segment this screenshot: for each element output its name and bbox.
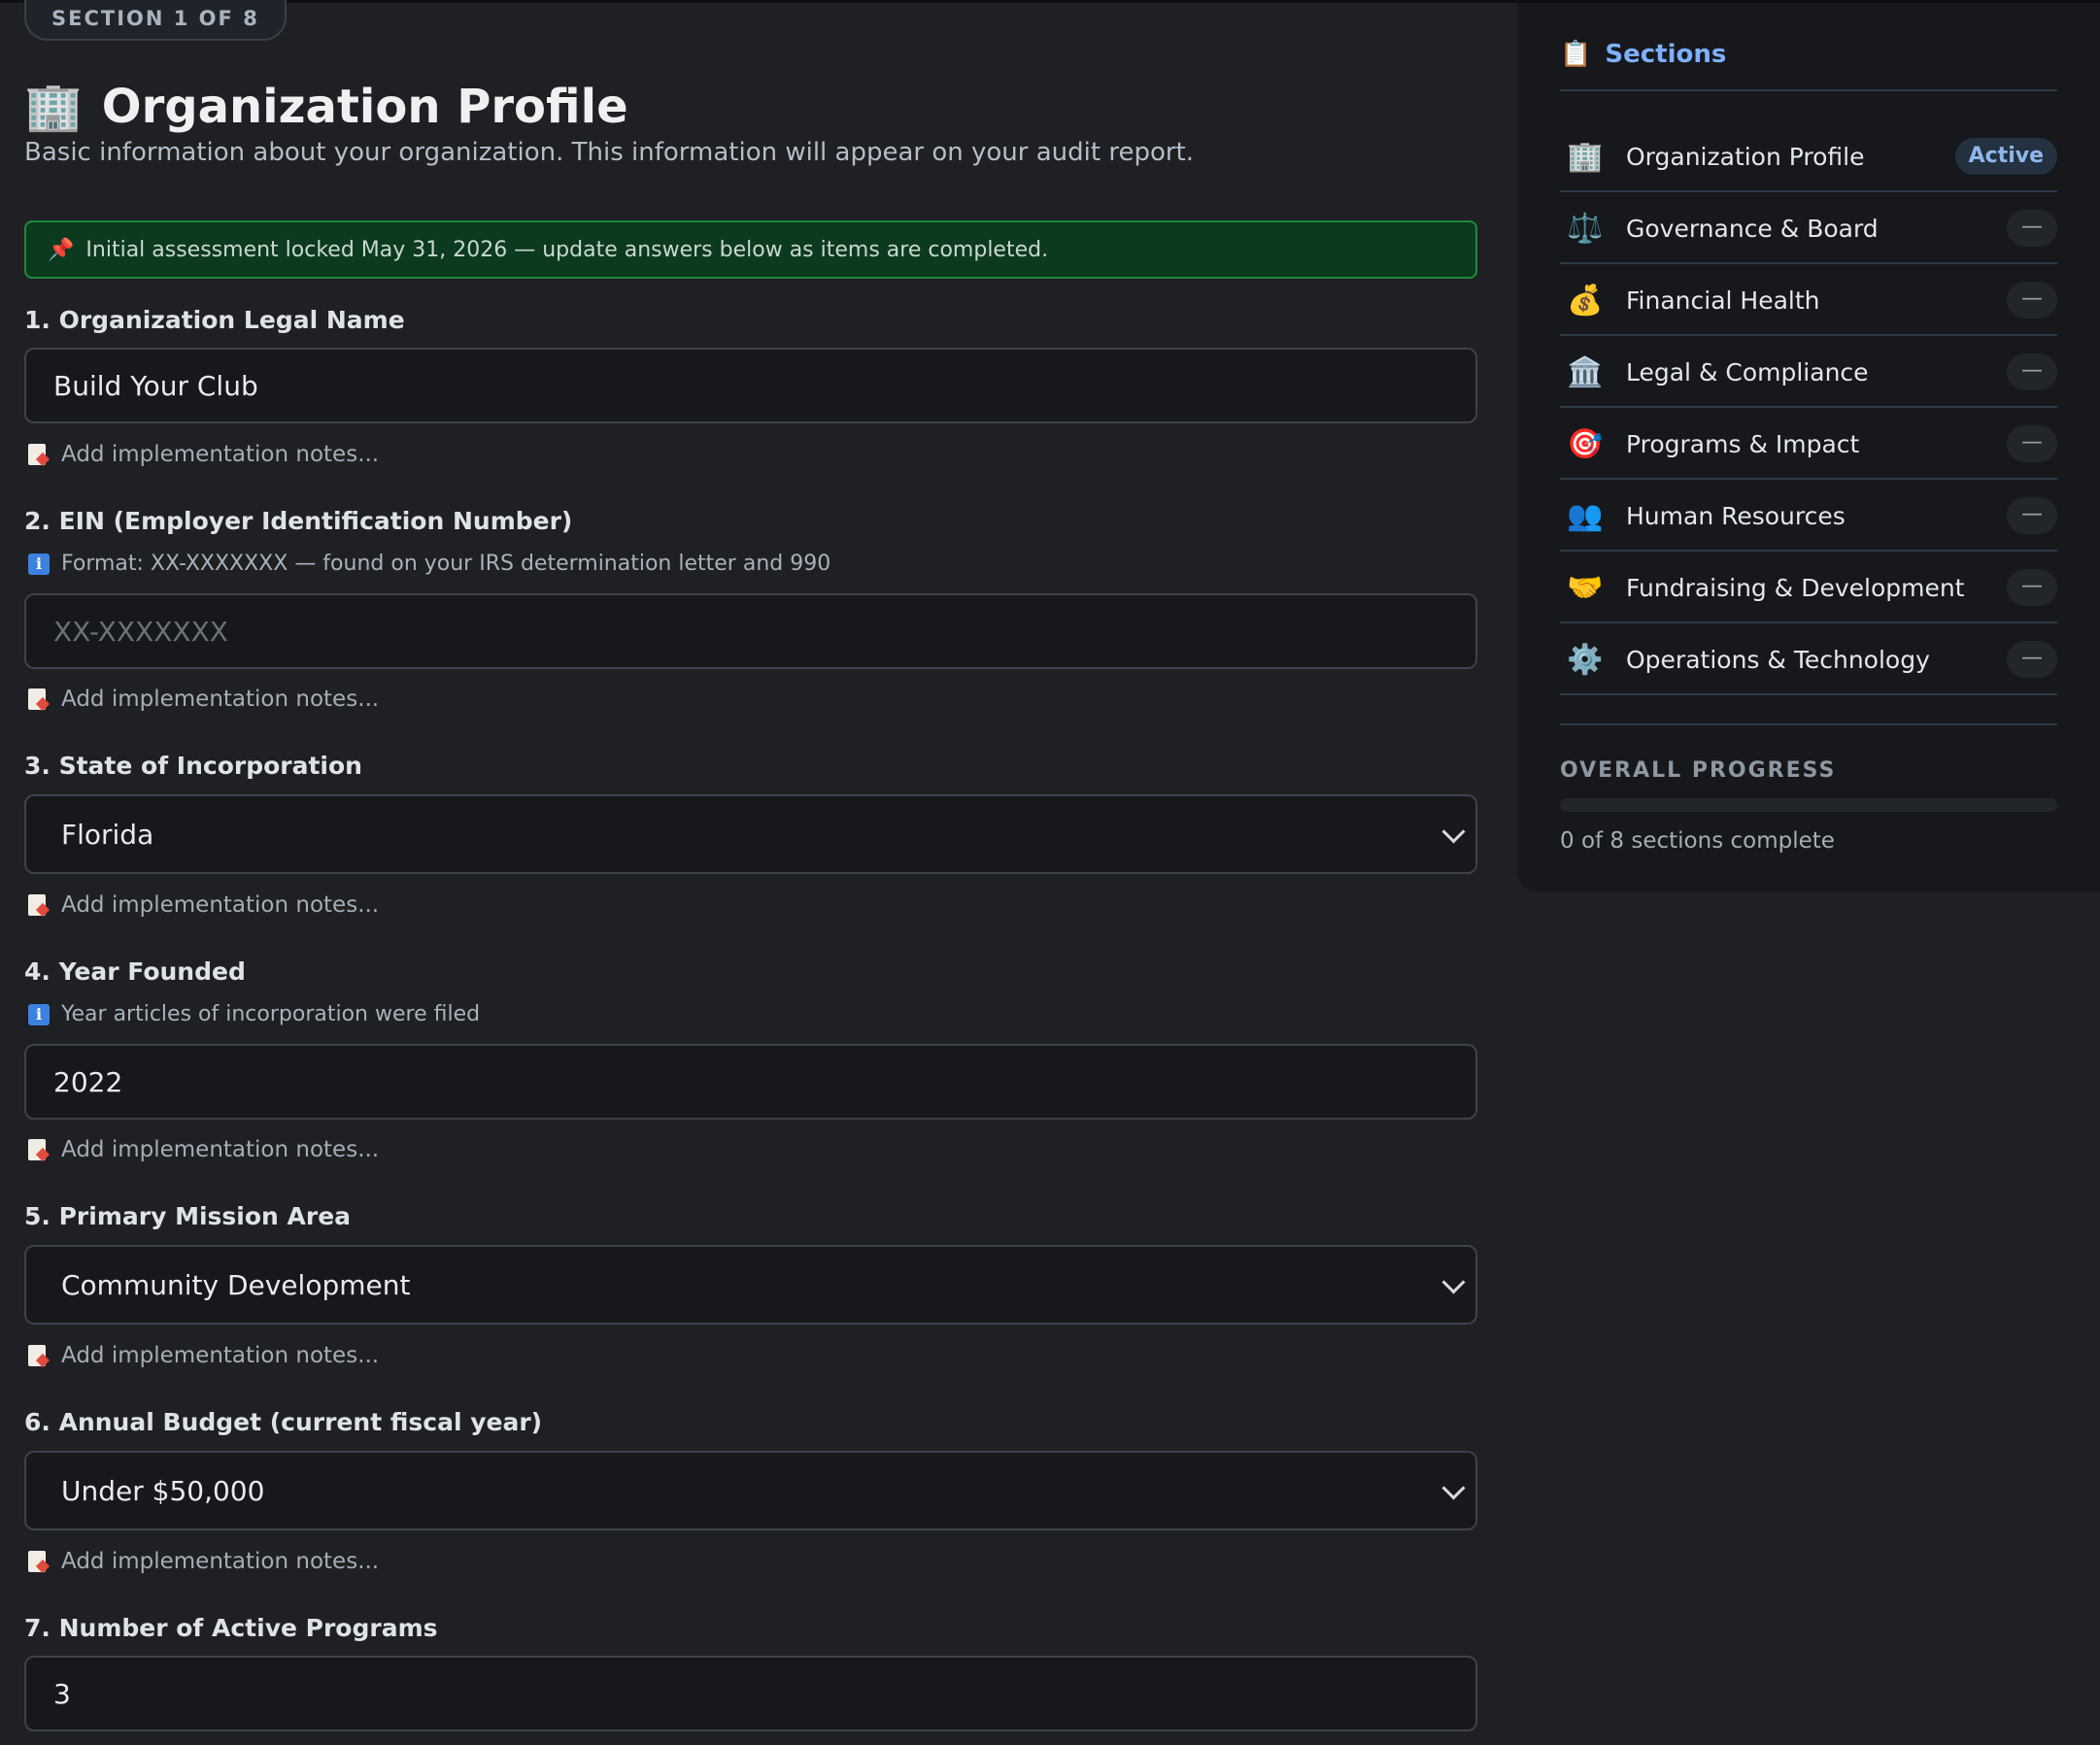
overall-progress-bar: [1560, 798, 2057, 812]
status-badge: —: [2007, 641, 2057, 678]
notes-label: Add implementation notes...: [61, 687, 380, 712]
sidebar-divider: [1560, 89, 2057, 91]
scales-icon: ⚖️: [1567, 211, 1604, 246]
state-select[interactable]: Florida: [24, 794, 1477, 874]
legal-name-value: Build Your Club: [53, 369, 258, 402]
annual-budget-select[interactable]: Under $50,000: [24, 1451, 1477, 1530]
office-building-icon: 🏢: [1567, 139, 1604, 174]
assessment-locked-banner: 📌 Initial assessment locked May 31, 2026…: [24, 220, 1477, 279]
gear-icon: ⚙️: [1567, 642, 1604, 677]
notes-label: Add implementation notes...: [61, 1343, 380, 1368]
status-badge: —: [2007, 353, 2057, 390]
sidebar-item-label: Operations & Technology: [1626, 645, 1930, 674]
classical-building-icon: 🏛️: [1567, 354, 1604, 389]
sidebar-item-operations-technology[interactable]: ⚙️ Operations & Technology —: [1560, 625, 2057, 695]
target-icon: 🎯: [1567, 426, 1604, 461]
sidebar-item-label: Fundraising & Development: [1626, 573, 1965, 602]
legal-name-input[interactable]: Build Your Club: [24, 348, 1477, 423]
sidebar-item-fundraising-development[interactable]: 🤝 Fundraising & Development —: [1560, 554, 2057, 623]
year-founded-value: 2022: [53, 1065, 123, 1098]
overall-progress-text: 0 of 8 sections complete: [1560, 828, 1835, 854]
sidebar-item-label: Programs & Impact: [1626, 429, 1860, 458]
notes-toggle-mission-area[interactable]: Add implementation notes...: [28, 1343, 379, 1368]
sidebar-item-legal-compliance[interactable]: 🏛️ Legal & Compliance —: [1560, 338, 2057, 408]
section-indicator: SECTION 1 OF 8: [24, 0, 287, 41]
notes-label: Add implementation notes...: [61, 1549, 380, 1574]
ein-placeholder: XX-XXXXXXX: [53, 615, 228, 648]
notes-label: Add implementation notes...: [61, 892, 380, 918]
year-founded-hint: i Year articles of incorporation were fi…: [28, 1002, 480, 1026]
chevron-down-icon: [1441, 820, 1466, 844]
sidebar-item-organization-profile[interactable]: 🏢 Organization Profile Active: [1560, 122, 2057, 192]
status-badge: —: [2007, 282, 2057, 319]
memo-icon: [28, 1345, 46, 1366]
question-label-annual-budget: 6. Annual Budget (current fiscal year): [24, 1408, 543, 1436]
sidebar-item-label: Governance & Board: [1626, 214, 1879, 243]
question-label-year-founded: 4. Year Founded: [24, 957, 246, 986]
sidebar-item-label: Financial Health: [1626, 285, 1820, 315]
sidebar-title: Sections: [1605, 40, 1727, 69]
question-label-legal-name: 1. Organization Legal Name: [24, 306, 405, 334]
sidebar-item-governance-board[interactable]: ⚖️ Governance & Board —: [1560, 194, 2057, 264]
notes-label: Add implementation notes...: [61, 1137, 380, 1162]
status-badge: —: [2007, 425, 2057, 462]
notes-toggle-legal-name[interactable]: Add implementation notes...: [28, 442, 379, 467]
notes-toggle-annual-budget[interactable]: Add implementation notes...: [28, 1549, 379, 1574]
sidebar-item-financial-health[interactable]: 💰 Financial Health —: [1560, 266, 2057, 336]
info-icon: i: [28, 1003, 50, 1025]
sidebar-item-label: Human Resources: [1626, 501, 1846, 530]
overall-progress-label: OVERALL PROGRESS: [1560, 758, 1837, 783]
money-bag-icon: 💰: [1567, 283, 1604, 318]
mission-area-selected-value: Community Development: [61, 1268, 411, 1301]
memo-icon: [28, 444, 46, 465]
ein-hint: i Format: XX-XXXXXXX — found on your IRS…: [28, 552, 830, 576]
sidebar-item-label: Legal & Compliance: [1626, 357, 1869, 386]
clipboard-icon: 📋: [1560, 40, 1592, 69]
sidebar-item-label: Organization Profile: [1626, 142, 1865, 171]
status-badge: —: [2007, 569, 2057, 606]
notes-toggle-state[interactable]: Add implementation notes...: [28, 892, 379, 918]
sidebar-divider: [1560, 723, 2057, 725]
sidebar-header: 📋 Sections: [1560, 40, 1726, 69]
question-label-mission-area: 5. Primary Mission Area: [24, 1202, 352, 1230]
memo-icon: [28, 1551, 46, 1572]
notes-toggle-ein[interactable]: Add implementation notes...: [28, 687, 379, 712]
page-header: 🏢 Organization Profile: [24, 76, 628, 138]
notes-label: Add implementation notes...: [61, 442, 380, 467]
active-programs-value: 3: [53, 1677, 71, 1710]
ein-hint-text: Format: XX-XXXXXXX — found on your IRS d…: [61, 552, 831, 576]
memo-icon: [28, 894, 46, 916]
sidebar-item-programs-impact[interactable]: 🎯 Programs & Impact —: [1560, 410, 2057, 480]
page-subtitle: Basic information about your organizatio…: [24, 138, 1195, 167]
state-selected-value: Florida: [61, 818, 154, 851]
memo-icon: [28, 688, 46, 710]
active-programs-input[interactable]: 3: [24, 1656, 1477, 1731]
mission-area-select[interactable]: Community Development: [24, 1245, 1477, 1325]
question-label-ein: 2. EIN (Employer Identification Number): [24, 507, 573, 535]
status-badge: Active: [1954, 138, 2057, 175]
question-label-state: 3. State of Incorporation: [24, 752, 362, 780]
handshake-icon: 🤝: [1567, 570, 1604, 605]
sidebar-item-human-resources[interactable]: 👥 Human Resources —: [1560, 482, 2057, 552]
status-badge: —: [2007, 210, 2057, 247]
chevron-down-icon: [1441, 1270, 1466, 1294]
question-label-active-programs: 7. Number of Active Programs: [24, 1614, 438, 1642]
people-icon: 👥: [1567, 498, 1604, 533]
sections-sidebar: 📋 Sections 🏢 Organization Profile Active…: [1517, 3, 2100, 892]
memo-icon: [28, 1139, 46, 1160]
chevron-down-icon: [1441, 1476, 1466, 1500]
status-badge: —: [2007, 497, 2057, 534]
info-icon: i: [28, 553, 50, 575]
year-founded-input[interactable]: 2022: [24, 1044, 1477, 1120]
pushpin-icon: 📌: [48, 237, 75, 262]
banner-text: Initial assessment locked May 31, 2026 —…: [85, 237, 1049, 262]
year-founded-hint-text: Year articles of incorporation were file…: [61, 1002, 481, 1026]
office-building-icon: 🏢: [24, 80, 83, 134]
ein-input[interactable]: XX-XXXXXXX: [24, 593, 1477, 669]
page-title: Organization Profile: [101, 80, 628, 134]
annual-budget-selected-value: Under $50,000: [61, 1474, 265, 1507]
notes-toggle-year-founded[interactable]: Add implementation notes...: [28, 1137, 379, 1162]
